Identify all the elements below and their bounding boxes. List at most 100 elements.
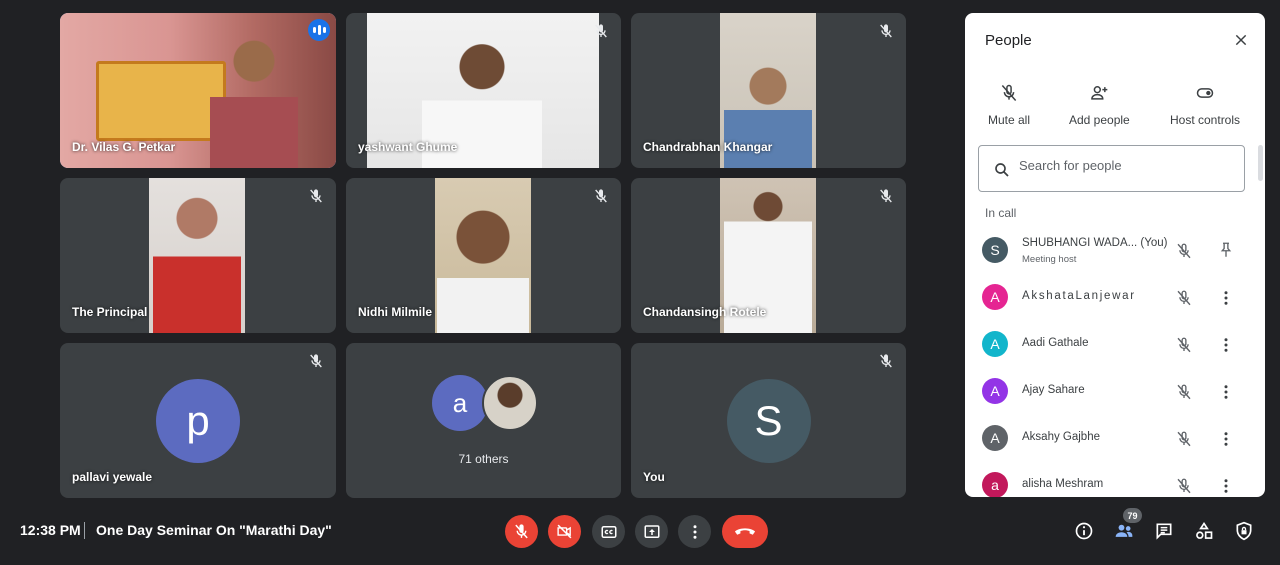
chat-button[interactable]	[1153, 520, 1175, 542]
chat-icon	[1156, 523, 1172, 540]
mic-off-icon[interactable]	[1175, 242, 1193, 260]
activities-icon	[1196, 521, 1213, 539]
camera-off-icon	[557, 524, 572, 539]
others-avatar: a	[432, 375, 488, 431]
add-people-button[interactable]: Add people	[1069, 83, 1130, 127]
mic-off-icon[interactable]	[1175, 336, 1193, 354]
others-photo-avatar	[482, 375, 538, 431]
participant-tile[interactable]: Dr. Vilas G. Petkar	[60, 13, 336, 168]
people-button[interactable]	[1113, 520, 1135, 542]
participant-name: The Principal	[72, 305, 148, 319]
person-name: SHUBHANGI WADA... (You)	[1022, 237, 1168, 249]
person-name: Ajay Sahare	[1022, 384, 1085, 396]
mic-off-icon	[880, 354, 892, 368]
participant-tile[interactable]: p pallavi yewale	[60, 343, 336, 498]
present-screen-button[interactable]	[635, 515, 668, 548]
participant-tile[interactable]: Nidhi Milmile	[346, 178, 621, 333]
participant-tile[interactable]: yashwant Ghume	[346, 13, 621, 168]
mic-off-icon[interactable]	[1175, 430, 1193, 448]
divider	[84, 522, 85, 539]
add-people-label: Add people	[1069, 113, 1130, 127]
pin-icon[interactable]	[1217, 241, 1235, 259]
person-row[interactable]: A Aksahy Gajbhe	[965, 416, 1265, 462]
person-row[interactable]: A Aadi Gathale	[965, 322, 1265, 368]
mute-all-label: Mute all	[988, 113, 1031, 127]
person-role: Meeting host	[1022, 254, 1077, 265]
leave-call-button[interactable]	[722, 515, 768, 548]
participant-name: Chandansingh Rotele	[643, 305, 767, 319]
panel-title: People	[985, 32, 1032, 49]
others-tile[interactable]: a 71 others	[346, 343, 621, 498]
person-silhouette	[210, 31, 298, 168]
person-row[interactable]: A Ajay Sahare	[965, 369, 1265, 415]
close-icon[interactable]	[1233, 32, 1249, 48]
participant-name: pallavi yewale	[72, 470, 153, 484]
person-avatar: A	[982, 331, 1008, 357]
more-options-button[interactable]	[678, 515, 711, 548]
participant-tile[interactable]: The Principal	[60, 178, 336, 333]
mic-off-icon	[880, 24, 892, 38]
participant-tile[interactable]: Chandrabhan Khangar	[631, 13, 906, 168]
more-vert-icon[interactable]	[1217, 477, 1235, 495]
captions-button[interactable]	[592, 515, 625, 548]
person-name: Aadi Gathale	[1022, 337, 1089, 349]
camera-toggle-button[interactable]	[548, 515, 581, 548]
mute-all-button[interactable]: Mute all	[988, 83, 1030, 127]
search-input[interactable]	[1019, 158, 1229, 173]
closed-captions-icon	[601, 525, 616, 538]
people-panel: People Mute all Add people Host controls…	[965, 13, 1265, 497]
host-safety-button[interactable]	[1233, 520, 1255, 542]
self-tile[interactable]: S You	[631, 343, 906, 498]
person-avatar: A	[982, 284, 1008, 310]
participant-name: yashwant Ghume	[358, 140, 458, 154]
activities-button[interactable]	[1193, 520, 1215, 542]
meeting-time: 12:38 PM	[20, 522, 81, 538]
section-label: In call	[985, 206, 1017, 220]
participant-count-badge: 79	[1123, 508, 1142, 523]
info-icon	[1075, 522, 1093, 540]
person-silhouette	[153, 186, 241, 333]
banner-image	[96, 61, 226, 141]
mic-off-icon	[1001, 84, 1017, 101]
more-vert-icon[interactable]	[1217, 336, 1235, 354]
participant-name: Dr. Vilas G. Petkar	[72, 140, 176, 154]
person-silhouette	[437, 196, 529, 333]
person-name: Aksahy Gajbhe	[1022, 431, 1100, 443]
person-row[interactable]: a alisha Meshram	[965, 463, 1265, 497]
mic-off-icon	[880, 189, 892, 203]
more-vert-icon	[693, 524, 696, 539]
participant-name: Nidhi Milmile	[358, 305, 433, 319]
panel-scrollbar[interactable]	[1258, 145, 1263, 181]
mic-off-icon[interactable]	[1175, 477, 1193, 495]
mic-off-icon	[310, 354, 322, 368]
meeting-details-button[interactable]	[1073, 520, 1095, 542]
participant-avatar: p	[156, 378, 240, 463]
present-icon	[644, 524, 659, 538]
mic-off-icon	[310, 189, 322, 203]
mic-off-icon[interactable]	[1175, 289, 1193, 307]
person-row[interactable]: S SHUBHANGI WADA... (You) Meeting host	[965, 228, 1265, 274]
person-name: alisha Meshram	[1022, 478, 1104, 490]
person-row[interactable]: A AkshataLanjewar	[965, 275, 1265, 321]
mic-off-icon[interactable]	[1175, 383, 1193, 401]
person-avatar: A	[982, 378, 1008, 404]
person-avatar: S	[982, 237, 1008, 263]
host-controls-button[interactable]: Host controls	[1170, 83, 1240, 127]
mic-off-icon	[595, 24, 607, 38]
more-vert-icon[interactable]	[1217, 430, 1235, 448]
search-box[interactable]	[978, 145, 1245, 192]
speaking-indicator-icon	[308, 19, 330, 41]
mic-off-icon	[595, 189, 607, 203]
participant-name: You	[643, 470, 665, 484]
people-icon	[1115, 524, 1133, 537]
host-controls-label: Host controls	[1170, 113, 1241, 127]
participant-tile[interactable]: Chandansingh Rotele	[631, 178, 906, 333]
microphone-toggle-button[interactable]	[505, 515, 538, 548]
call-end-icon	[734, 527, 756, 535]
participant-video	[149, 178, 245, 333]
participant-video	[435, 178, 531, 333]
more-vert-icon[interactable]	[1217, 383, 1235, 401]
meeting-title: One Day Seminar On "Marathi Day"	[96, 522, 332, 538]
more-vert-icon[interactable]	[1217, 289, 1235, 307]
participant-name: Chandrabhan Khangar	[643, 140, 773, 154]
